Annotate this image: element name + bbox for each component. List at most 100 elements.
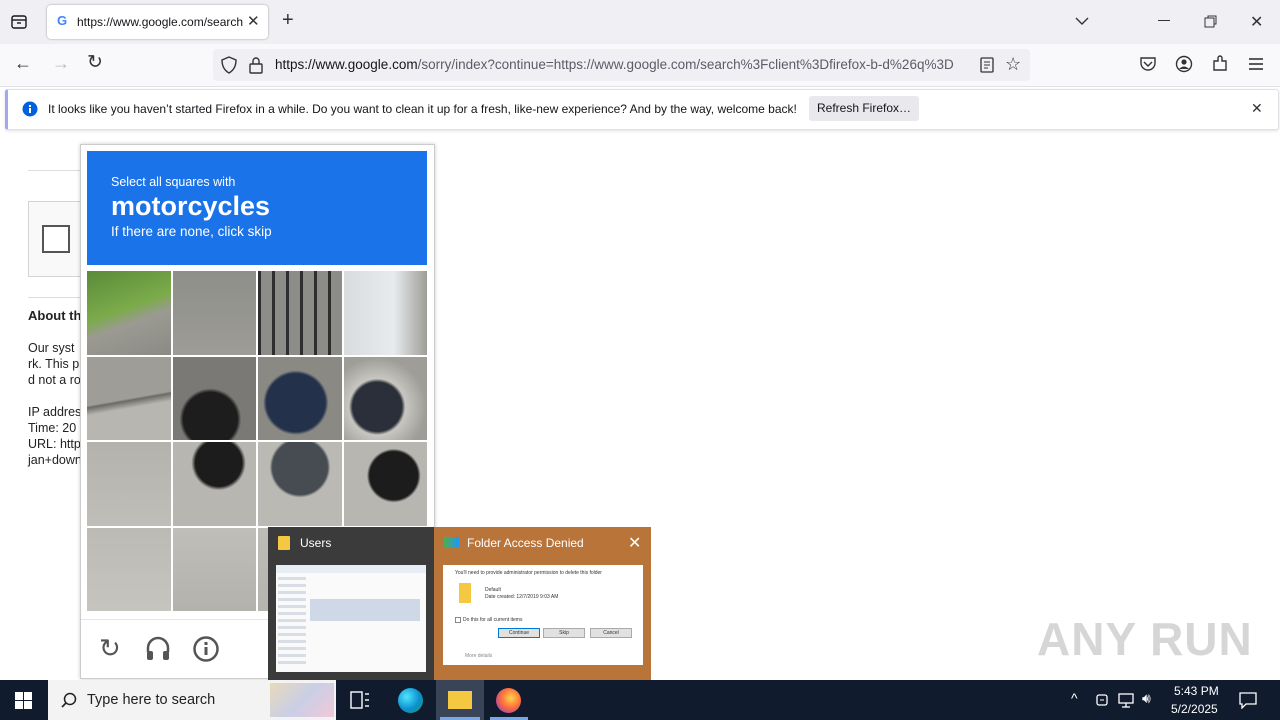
page-text: rk. This p xyxy=(28,357,80,371)
network-icon[interactable] xyxy=(1118,692,1136,708)
captcha-tile[interactable] xyxy=(172,271,256,355)
close-notification-icon[interactable]: ✕ xyxy=(1251,100,1263,117)
folder-date: Date created: 12/7/2019 9:03 AM xyxy=(485,594,559,600)
tab-strip: G https://www.google.com/search ✕ + ✕ xyxy=(0,0,1280,44)
thumbnail-title: Users xyxy=(300,536,332,550)
bookmark-star-icon[interactable]: ☆ xyxy=(1005,54,1021,75)
captcha-tile[interactable] xyxy=(343,356,427,440)
page-text: d not a ro xyxy=(28,373,81,387)
lock-icon[interactable] xyxy=(249,56,263,74)
checkbox[interactable] xyxy=(455,617,461,623)
reader-view-icon[interactable] xyxy=(980,57,994,73)
tab-google[interactable]: G https://www.google.com/search ✕ xyxy=(47,5,268,39)
new-tab-icon[interactable]: + xyxy=(282,9,294,32)
captcha-tile[interactable] xyxy=(87,356,171,440)
notification-message: It looks like you haven’t started Firefo… xyxy=(48,102,797,116)
file-explorer-icon xyxy=(448,691,472,709)
back-icon[interactable]: ← xyxy=(14,53,32,74)
minimize-icon[interactable] xyxy=(1158,20,1170,21)
search-highlight-image xyxy=(270,683,334,717)
more-details-link[interactable]: More details xyxy=(465,653,492,659)
edge-icon[interactable] xyxy=(398,688,423,713)
google-favicon-icon: G xyxy=(57,13,68,28)
clock-date[interactable]: 5/2/2025 xyxy=(1171,702,1218,716)
folder-icon xyxy=(278,536,290,550)
captcha-tile[interactable] xyxy=(258,442,342,526)
account-icon[interactable] xyxy=(1175,55,1193,73)
windows-start-icon[interactable] xyxy=(15,692,32,709)
reload-challenge-icon[interactable]: ↻ xyxy=(99,633,121,664)
ribbon xyxy=(276,565,426,573)
folder-icon xyxy=(459,583,471,603)
folder-name: Default xyxy=(485,587,501,593)
meet-now-icon[interactable] xyxy=(1095,692,1111,708)
url-text[interactable]: https://www.google.com/sorry/index?conti… xyxy=(275,57,971,72)
captcha-tile[interactable] xyxy=(87,442,171,526)
menu-icon[interactable] xyxy=(1248,57,1264,71)
taskbar: Type here to search ^ 🔊︎ 5:43 PM 5/2/202… xyxy=(0,680,1280,720)
file-explorer-taskbar-button[interactable] xyxy=(436,680,484,720)
divider xyxy=(28,297,88,298)
search-icon xyxy=(61,692,77,708)
page-text: Our syst xyxy=(28,341,75,355)
captcha-tile[interactable] xyxy=(87,271,171,355)
divider xyxy=(28,170,88,171)
reload-icon[interactable]: ↻ xyxy=(87,51,103,74)
task-view-icon[interactable] xyxy=(350,691,370,709)
info-icon[interactable] xyxy=(193,636,219,662)
tab-title: https://www.google.com/search xyxy=(77,15,243,29)
time-text: Time: 20 xyxy=(28,421,77,435)
clock-time[interactable]: 5:43 PM xyxy=(1174,684,1219,698)
url-text: URL: http xyxy=(28,437,81,451)
nav-pane xyxy=(278,577,306,667)
skip-button[interactable]: Skip xyxy=(543,628,585,638)
pocket-icon[interactable] xyxy=(1139,56,1157,72)
close-window-icon[interactable]: ✕ xyxy=(1250,12,1263,32)
cancel-button[interactable]: Cancel xyxy=(590,628,632,638)
notifications-icon[interactable] xyxy=(1238,691,1258,709)
audio-challenge-icon[interactable] xyxy=(145,636,171,662)
url-text: jan+down xyxy=(28,453,82,467)
continue-button[interactable]: Continue xyxy=(498,628,540,638)
shield-icon[interactable] xyxy=(221,56,237,74)
close-icon[interactable]: ✕ xyxy=(628,533,641,553)
dialog-message: You'll need to provide administrator per… xyxy=(455,570,602,576)
refresh-firefox-button[interactable]: Refresh Firefox… xyxy=(809,96,919,121)
tab-list-icon[interactable] xyxy=(10,13,28,31)
captcha-hint: If there are none, click skip xyxy=(111,224,272,239)
captcha-tile[interactable] xyxy=(343,442,427,526)
navigation-bar: ← → ↻ https://www.google.com/sorry/index… xyxy=(0,44,1280,87)
captcha-tile[interactable] xyxy=(172,442,256,526)
captcha-tile[interactable] xyxy=(343,271,427,355)
explorer-preview xyxy=(276,565,426,672)
captcha-target: motorcycles xyxy=(111,191,271,221)
captcha-instruction: Select all squares with xyxy=(111,175,236,189)
extensions-icon[interactable] xyxy=(1211,55,1229,73)
captcha-tile[interactable] xyxy=(172,356,256,440)
recaptcha-checkbox[interactable] xyxy=(42,225,70,253)
checkbox-label: Do this for all current items xyxy=(463,617,523,623)
about-heading: About th xyxy=(28,308,82,323)
taskbar-search-box[interactable]: Type here to search xyxy=(48,680,336,720)
captcha-tile[interactable] xyxy=(87,527,171,611)
users-window-thumbnail[interactable]: Users xyxy=(268,527,434,680)
captcha-tile[interactable] xyxy=(258,271,342,355)
chevron-up-icon[interactable]: ^ xyxy=(1071,690,1078,706)
captcha-tile[interactable] xyxy=(172,527,256,611)
volume-icon[interactable]: 🔊︎ xyxy=(1142,690,1151,707)
url-bar[interactable]: https://www.google.com/sorry/index?conti… xyxy=(213,49,1030,81)
folder-access-denied-thumbnail[interactable]: Folder Access Denied ✕ You'll need to pr… xyxy=(434,527,651,680)
close-tab-icon[interactable]: ✕ xyxy=(247,12,260,30)
dialog-icon xyxy=(444,537,459,548)
ip-text: IP addres xyxy=(28,405,82,419)
forward-icon[interactable]: → xyxy=(52,53,70,74)
firefox-icon[interactable] xyxy=(496,688,521,713)
thumbnail-title: Folder Access Denied xyxy=(467,536,584,550)
list-all-tabs-icon[interactable] xyxy=(1074,15,1090,27)
file-list xyxy=(310,599,420,621)
info-icon xyxy=(22,101,38,117)
captcha-tile[interactable] xyxy=(258,356,342,440)
search-placeholder: Type here to search xyxy=(87,692,216,708)
captcha-header: Select all squares with motorcycles If t… xyxy=(87,151,427,265)
restore-icon[interactable] xyxy=(1204,15,1218,29)
